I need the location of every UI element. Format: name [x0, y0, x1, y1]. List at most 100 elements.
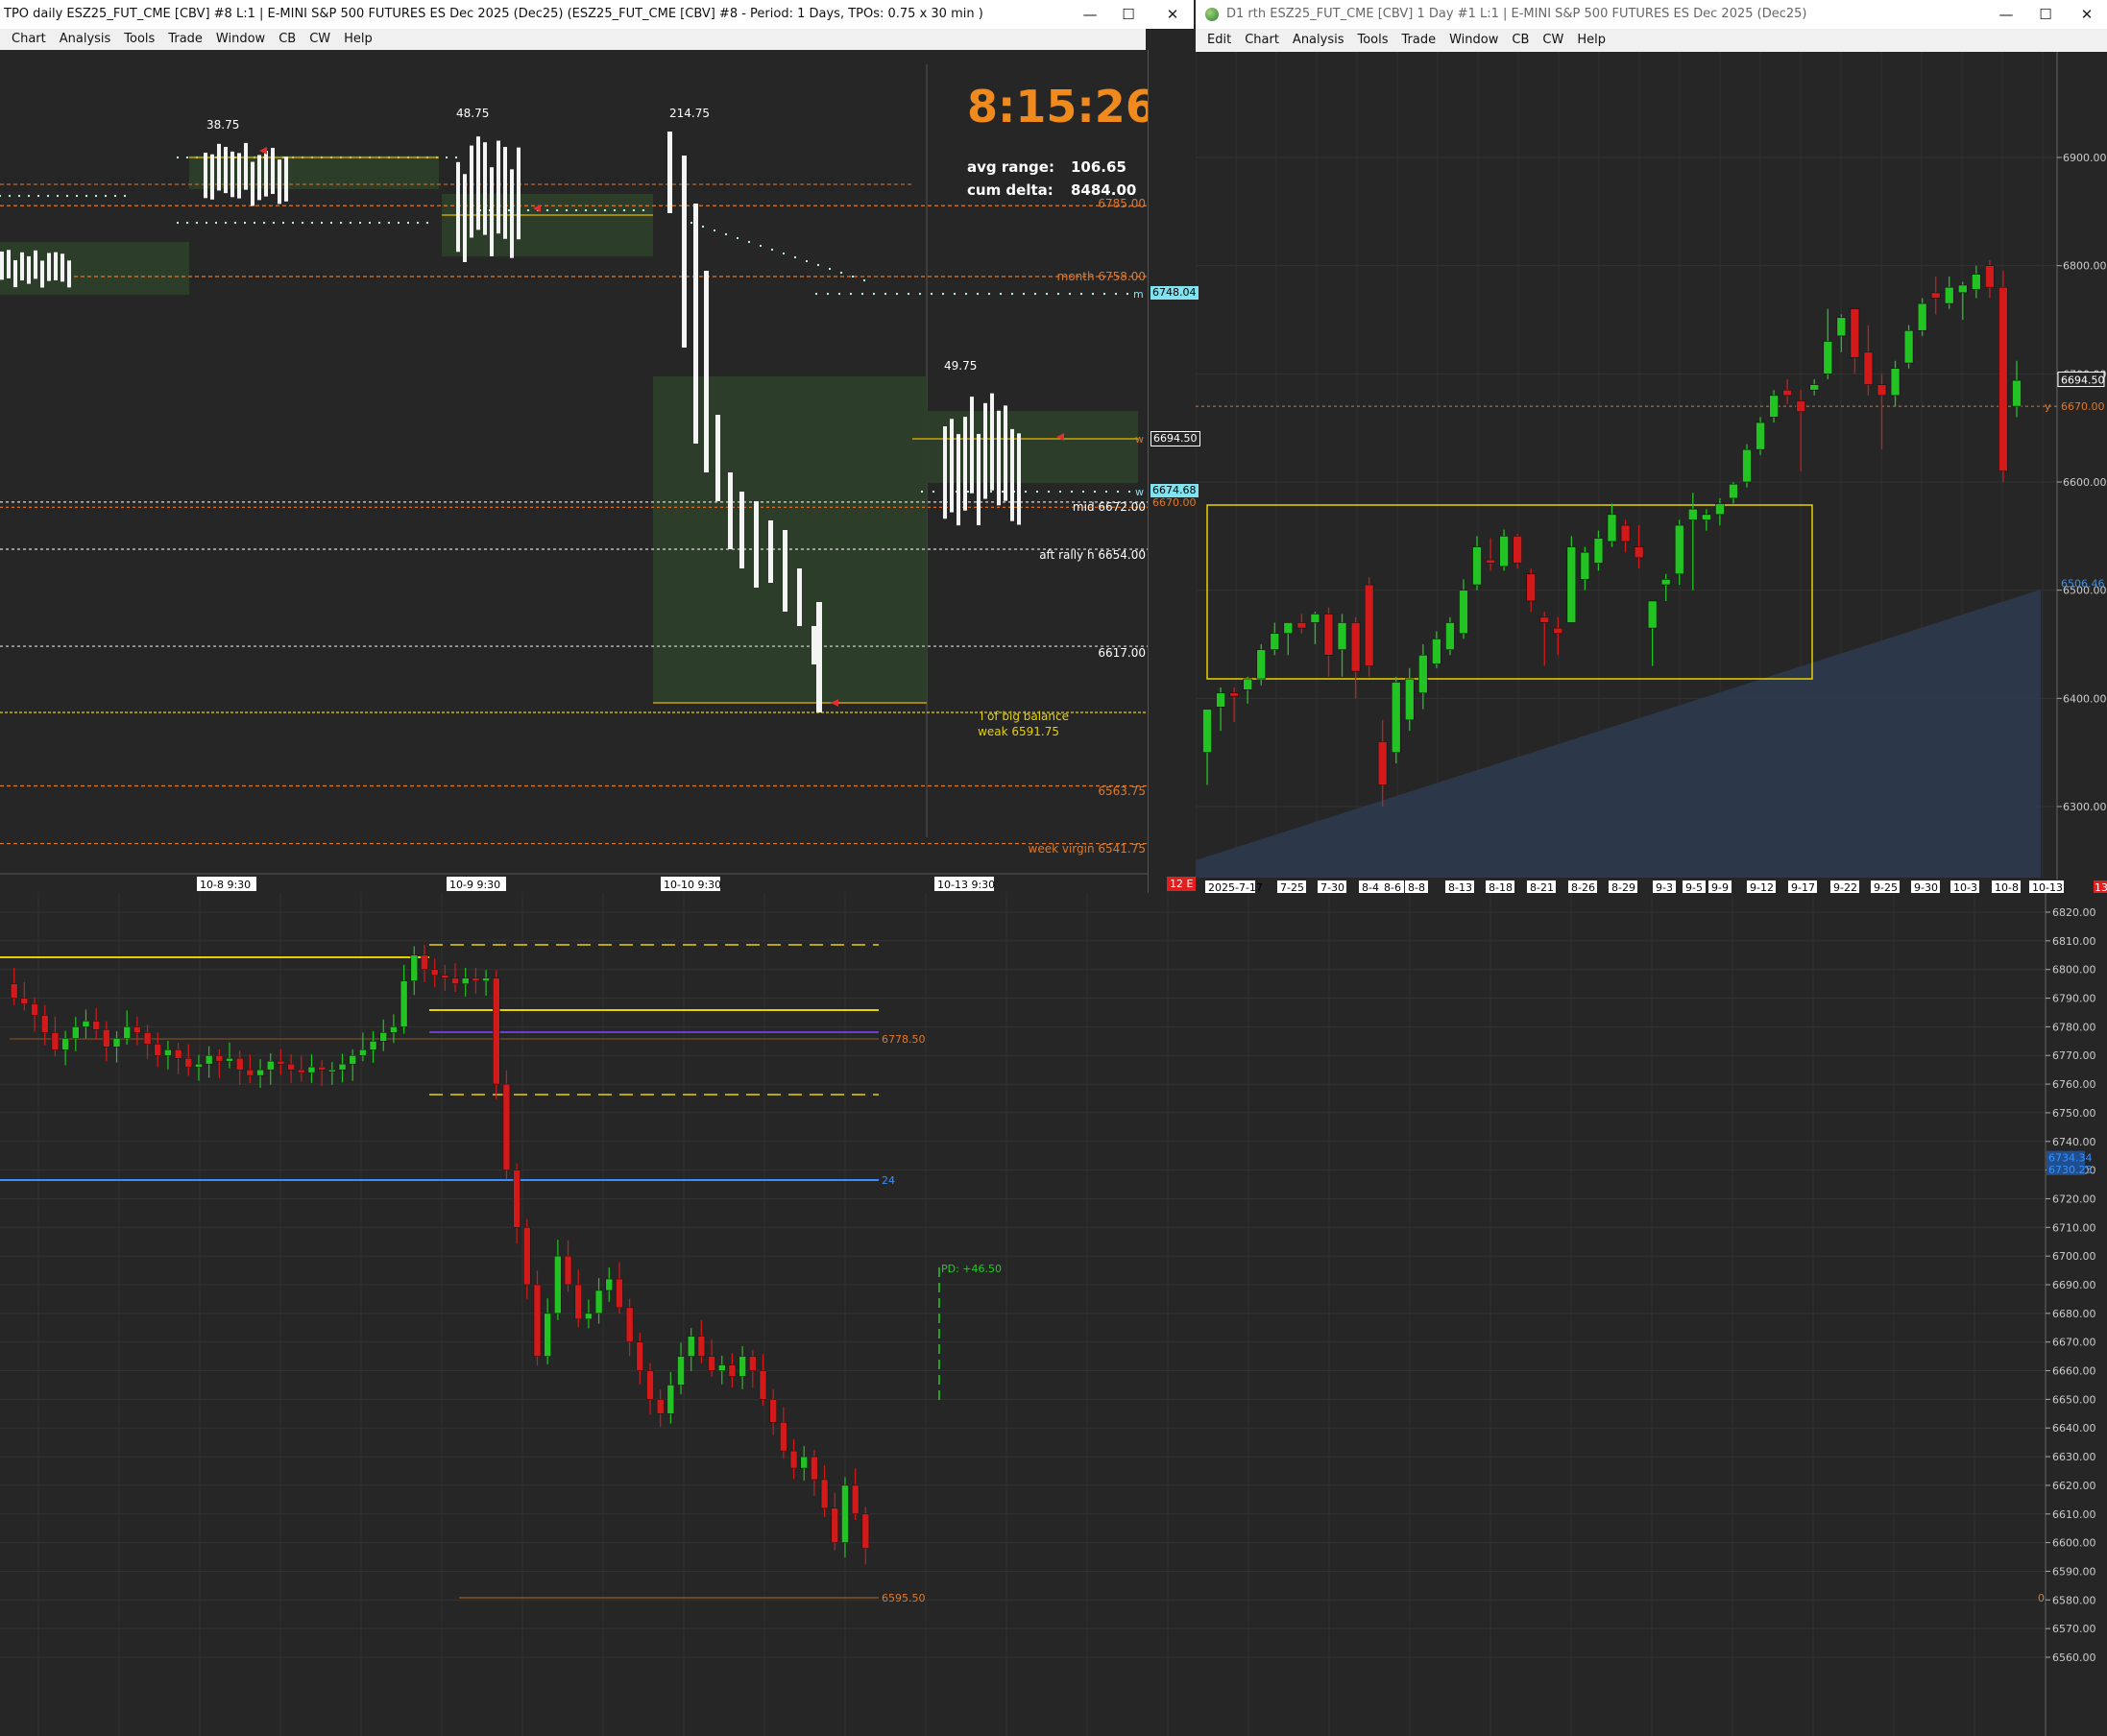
d1-menu-item-trade[interactable]: Trade [1402, 29, 1437, 52]
d1-candle-body [1715, 503, 1725, 516]
annotation-pd: PD: +46.50 [941, 1263, 1002, 1275]
poc-dots [425, 221, 429, 225]
intraday-price-label: 6820.00 [2052, 906, 2096, 919]
d1-candle-body [1580, 551, 1590, 580]
poc-dots [701, 225, 705, 229]
d1-date-label: 10-8 [1995, 881, 2019, 893]
d1-menu-item-tools[interactable]: Tools [1357, 29, 1388, 52]
d1-menu-item-window[interactable]: Window [1449, 29, 1498, 52]
tpo-profile-day1 [40, 260, 44, 288]
d1-chart-svg: 6300.006400.006500.006600.006700.006800.… [1196, 52, 2107, 893]
close-button[interactable]: ✕ [1150, 0, 1194, 29]
poc-dots [545, 208, 549, 212]
poc-dots [999, 292, 1003, 296]
tpo-title-bar[interactable]: TPO daily ESZ25_FUT_CME [CBV] #8 L:1 | E… [0, 0, 1194, 29]
d1-candle-body [1957, 284, 1968, 294]
d1-menu-item-cw[interactable]: CW [1542, 29, 1563, 52]
tpo-menu-item-chart[interactable]: Chart [12, 29, 46, 50]
d1-menu-item-analysis[interactable]: Analysis [1293, 29, 1344, 52]
tpo-profile-day5 [943, 426, 947, 519]
poc-dots [613, 208, 617, 212]
poc-dots [1058, 490, 1062, 494]
maximize-button[interactable]: ☐ [2023, 0, 2068, 29]
tpo-price-scale[interactable] [1148, 50, 1194, 893]
d1-candle-body [1229, 692, 1239, 697]
poc-dots [17, 194, 21, 198]
poc-dots [930, 292, 933, 296]
tpo-profile-day4 [816, 602, 822, 712]
poc-dots [724, 232, 728, 236]
d1-menu-item-edit[interactable]: Edit [1207, 29, 1231, 52]
poc-dots [953, 292, 957, 296]
intraday-candle-body [266, 1060, 275, 1071]
poc-dots [94, 194, 98, 198]
session-clock: 8:15:26 [967, 81, 1148, 133]
d1-date-label: 8-29 [1611, 881, 1635, 893]
tpo-menu-item-help[interactable]: Help [344, 29, 373, 50]
d1-candle-body [1499, 536, 1509, 567]
intraday-candle-body [533, 1284, 542, 1357]
d1-title-bar[interactable]: D1 rth ESZ25_FUT_CME [CBV] 1 Day #1 L:1 … [1196, 0, 2107, 29]
tpo-profile-day1 [13, 260, 17, 288]
intraday-price-label: 6600.00 [2052, 1537, 2096, 1550]
d1-chart-area[interactable]: 6300.006400.006500.006600.006700.006800.… [1196, 52, 2107, 893]
close-button[interactable]: ✕ [2065, 0, 2107, 29]
poc-dots [932, 490, 935, 494]
tpo-profile-day1 [67, 260, 71, 288]
intraday-candle-body [564, 1255, 572, 1286]
d1-candle-body [1944, 286, 1954, 304]
d1-menu-item-help[interactable]: Help [1577, 29, 1606, 52]
d1-candle-body [1486, 559, 1495, 564]
poc-dots [584, 208, 588, 212]
intraday-price-label: 6630.00 [2052, 1451, 2096, 1463]
tpo-menu-item-cw[interactable]: CW [309, 29, 330, 50]
d1-candle-body [1620, 524, 1631, 542]
tpo-menu-item-trade[interactable]: Trade [168, 29, 203, 50]
intraday-candle-body [20, 998, 29, 1004]
tpo-price-tag-1: 6694.50 [1150, 431, 1200, 446]
tpo-menu-item-window[interactable]: Window [216, 29, 265, 50]
d1-candle-body [1404, 678, 1415, 721]
tpo-menu-item-cb[interactable]: CB [279, 29, 296, 50]
d1-candle-body [1998, 286, 2008, 472]
intraday-candle-body [174, 1049, 182, 1059]
poc-dots [862, 278, 866, 282]
d1-menu-item-chart[interactable]: Chart [1245, 29, 1279, 52]
maximize-button[interactable]: ☐ [1106, 0, 1150, 29]
intraday-candle-body [646, 1370, 654, 1400]
tpo-menu-item-tools[interactable]: Tools [124, 29, 155, 50]
poc-dots [339, 221, 343, 225]
tpo-profile-day3 [476, 136, 480, 230]
intraday-candle-body [215, 1054, 224, 1062]
intraday-panel[interactable]: 6778.50 24 PD: +46.50 6595.50 0 6560.00 6570.0… [0, 893, 2107, 1736]
intraday-price-label: 6670.00 [2052, 1337, 2096, 1349]
intraday-candle-body [820, 1479, 829, 1509]
intraday-price-label: 6590.00 [2052, 1565, 2096, 1578]
poc-dots [65, 194, 69, 198]
d1-candle-body [1296, 622, 1307, 629]
tpo-chart-svg: 38.75 48.75 214.75 49.75 8:15:26 avg range: 10… [0, 50, 1148, 893]
level-label-3: aft rally h 6654.00 [1039, 548, 1146, 562]
d1-menu-item-cb[interactable]: CB [1512, 29, 1529, 52]
d1-candle-body [1216, 692, 1225, 708]
poc-dots [358, 221, 362, 225]
tpo-chart-area[interactable]: 38.75 48.75 214.75 49.75 8:15:26 avg range: 10… [0, 50, 1148, 893]
poc-dots [397, 221, 400, 225]
intraday-candle-body [594, 1290, 603, 1314]
intraday-price-label: 6690.00 [2052, 1279, 2096, 1291]
avg-range-label: avg range: [967, 158, 1054, 176]
intraday-candle-body [451, 977, 459, 984]
minimize-button[interactable]: — [1984, 0, 2028, 29]
d1-candle-body [1607, 514, 1617, 542]
intraday-candle-body [338, 1063, 347, 1071]
tpo-profile-day1 [34, 250, 37, 279]
intraday-price-label: 6750.00 [2052, 1107, 2096, 1120]
tpo-menu-bar: Chart Analysis Tools Trade Window CB CW Help [0, 29, 1146, 50]
tpo-profile-day5 [957, 434, 960, 526]
tpo-profile-day3 [483, 142, 487, 235]
tpo-menu-item-analysis[interactable]: Analysis [60, 29, 111, 50]
poc-dots [690, 221, 693, 225]
d1-candle-body [1809, 384, 1820, 391]
poc-dots [310, 221, 314, 225]
intraday-candle-body [739, 1356, 746, 1377]
